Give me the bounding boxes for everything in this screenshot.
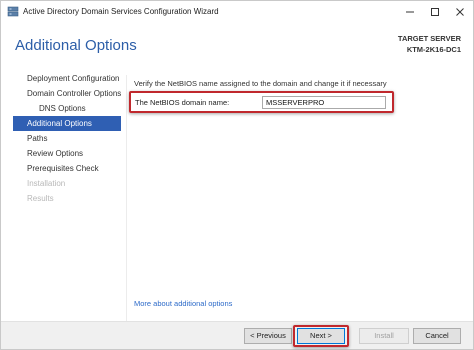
nav-item-review-options[interactable]: Review Options [13, 146, 121, 161]
nav-item-results: Results [27, 194, 54, 203]
close-icon[interactable] [447, 1, 473, 23]
next-button[interactable]: Next > [297, 328, 345, 344]
server-icon [7, 6, 19, 18]
wizard-header: Additional Options TARGET SERVER KTM-2K1… [1, 23, 473, 67]
install-button: Install [359, 328, 409, 344]
sidebar-divider [126, 75, 127, 321]
wizard-steps-nav: Deployment Configuration Domain Controll… [13, 71, 121, 206]
nav-item-paths[interactable]: Paths [13, 131, 121, 146]
nav-item-installation: Installation [27, 179, 66, 188]
wizard-window: Active Directory Domain Services Configu… [0, 0, 474, 350]
nav-item-prerequisites-check[interactable]: Prerequisites Check [13, 161, 121, 176]
more-about-options-link[interactable]: More about additional options [134, 299, 232, 308]
nav-item-domain-controller-options[interactable]: Domain Controller Options [13, 86, 121, 101]
cancel-button[interactable]: Cancel [413, 328, 461, 344]
title-bar: Active Directory Domain Services Configu… [1, 1, 473, 23]
nav-item-deployment-configuration[interactable]: Deployment Configuration [13, 71, 121, 86]
page-title: Additional Options [15, 37, 137, 54]
nav-item-additional-options[interactable]: Additional Options [13, 116, 121, 131]
netbios-label: The NetBIOS domain name: [135, 98, 230, 107]
previous-button[interactable]: < Previous [244, 328, 292, 344]
instruction-text: Verify the NetBIOS name assigned to the … [134, 79, 387, 88]
maximize-icon[interactable] [422, 1, 448, 23]
target-server-label: TARGET SERVER [397, 34, 461, 43]
netbios-name-input[interactable]: MSSERVERPRO [262, 96, 386, 109]
wizard-footer: < Previous Next > Install Cancel [1, 321, 473, 349]
netbios-field-highlight: The NetBIOS domain name: MSSERVERPRO [129, 91, 394, 113]
minimize-icon[interactable] [397, 1, 423, 23]
target-server-name: KTM-2K16-DC1 [406, 45, 461, 54]
window-title: Active Directory Domain Services Configu… [23, 7, 219, 16]
nav-item-dns-options[interactable]: DNS Options [13, 101, 121, 116]
